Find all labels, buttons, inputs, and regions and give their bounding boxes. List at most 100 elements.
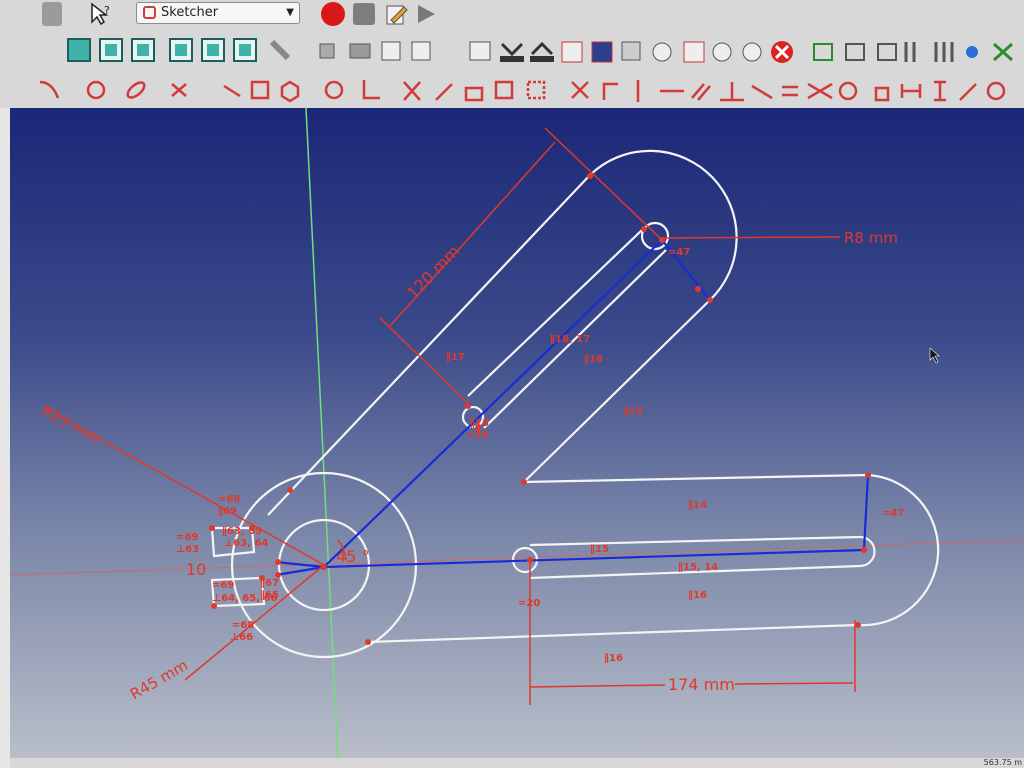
constraint-label[interactable]: ∥18: [584, 354, 603, 365]
constraint-label[interactable]: ∥18, 17: [550, 334, 590, 345]
view-rear-icon[interactable]: [201, 38, 225, 62]
polyline-icon[interactable]: [39, 80, 60, 99]
constraint-label[interactable]: ∥65: [260, 590, 279, 601]
toolbar-workbench: ? Sketcher ▼: [0, 0, 1024, 31]
carbon-copy-icon[interactable]: [494, 80, 514, 100]
constraint-label[interactable]: =69: [176, 532, 198, 543]
constraint-points: [209, 173, 871, 645]
equal-constraint-icon[interactable]: [782, 85, 798, 97]
circle-icon[interactable]: [86, 80, 106, 100]
stop-macro-icon[interactable]: [353, 3, 375, 25]
extend-icon[interactable]: [435, 83, 453, 101]
constraint-label[interactable]: ∥16: [604, 653, 623, 664]
dim-174mm[interactable]: 174 mm: [668, 675, 735, 694]
dim-120mm[interactable]: 120 mm: [403, 242, 463, 303]
dim-r8mm[interactable]: R8 mm: [844, 229, 898, 247]
show-constraints-icon[interactable]: [845, 43, 865, 61]
import-icon[interactable]: [500, 42, 524, 62]
edit-macro-icon[interactable]: [384, 2, 408, 26]
coincident-icon[interactable]: [571, 81, 589, 99]
constraint-label[interactable]: =20: [518, 598, 540, 609]
trim-tool-icon[interactable]: [403, 81, 421, 101]
validate-icon[interactable]: [813, 43, 833, 61]
external-geometry-icon[interactable]: [464, 86, 484, 102]
constraint-label[interactable]: ⊥66: [230, 632, 253, 643]
point-on-object-icon[interactable]: [602, 82, 618, 100]
dim-r25mm[interactable]: R25 mm: [38, 402, 103, 448]
view-box-icon[interactable]: [67, 38, 91, 62]
constraint-label[interactable]: =68: [232, 620, 254, 631]
toolbar-sketcher: [0, 72, 1024, 109]
constraint-label[interactable]: ∥67: [260, 578, 279, 589]
bspline-icon[interactable]: [171, 83, 187, 97]
workbench-selector[interactable]: Sketcher ▼: [136, 2, 300, 24]
view-top-icon[interactable]: [131, 38, 155, 62]
constraint-label[interactable]: =47: [882, 508, 904, 519]
constraint-label[interactable]: =68: [218, 494, 240, 505]
cube-icon[interactable]: [621, 41, 641, 61]
fillet-icon[interactable]: [362, 80, 380, 100]
view-front-icon[interactable]: [99, 38, 123, 62]
measure-icon[interactable]: [269, 39, 291, 61]
close-sketch-icon[interactable]: [771, 41, 793, 63]
dim-offset[interactable]: 10: [186, 560, 206, 579]
constraint-label[interactable]: ⊥63: [176, 544, 199, 555]
link-sub-icon[interactable]: [411, 41, 431, 61]
rectangle-icon[interactable]: [250, 80, 270, 100]
link-icon[interactable]: [381, 41, 401, 61]
constraint-label[interactable]: =69: [212, 580, 234, 591]
constraint-label[interactable]: ∥17: [446, 352, 465, 363]
lock-constraint-icon[interactable]: [874, 86, 890, 102]
construction-mode-icon[interactable]: [526, 80, 546, 100]
section-view-icon[interactable]: [561, 41, 583, 63]
ellipse-icon[interactable]: [125, 80, 147, 101]
clipping-icon[interactable]: [591, 41, 613, 63]
constraint-label[interactable]: =20: [466, 430, 488, 441]
whats-this-icon[interactable]: ?: [88, 2, 114, 26]
record-macro-icon[interactable]: [321, 2, 345, 26]
symmetry-icon[interactable]: [966, 46, 978, 58]
constraint-label[interactable]: ∥69: [218, 506, 237, 517]
grid-icon[interactable]: [683, 41, 705, 63]
play-macro-icon[interactable]: [414, 2, 438, 26]
trim-icon[interactable]: [993, 42, 1013, 62]
folder-icon[interactable]: [349, 43, 371, 59]
sketch-view-icon[interactable]: [469, 41, 491, 61]
app-logo-icon: [42, 2, 62, 26]
point-icon[interactable]: [223, 84, 241, 98]
constraint-label[interactable]: ∥16: [688, 590, 707, 601]
constraint-label[interactable]: ∥15, 14: [678, 562, 718, 573]
dim-angle[interactable]: 45 °: [336, 547, 369, 566]
3d-viewport[interactable]: 120 mm R8 mm R25 mm R45 mm 45 ° 10 174 m…: [10, 108, 1024, 758]
constraint-label[interactable]: ∥19: [624, 406, 643, 417]
mirror-sketch-icon[interactable]: [904, 42, 916, 62]
array-icon[interactable]: [934, 42, 954, 62]
view-right-icon[interactable]: [169, 38, 193, 62]
block-constraint-icon[interactable]: [838, 81, 858, 101]
constraint-label[interactable]: ∥63, 59: [222, 526, 262, 537]
constraint-label[interactable]: ⊥63, 64: [224, 538, 268, 549]
perpendicular-constraint-icon[interactable]: [720, 82, 744, 102]
points-icon[interactable]: [712, 42, 732, 62]
constraint-label[interactable]: ∥18: [470, 418, 489, 429]
constraint-label[interactable]: ∥15: [590, 544, 609, 555]
y-axis: [305, 108, 339, 758]
constraint-tool-icon[interactable]: [652, 42, 672, 62]
merge-sketch-icon[interactable]: [877, 43, 897, 61]
constraint-label[interactable]: ∥14: [688, 500, 707, 511]
view-bottom-icon[interactable]: [233, 38, 257, 62]
parallel-constraint-icon[interactable]: [691, 83, 711, 101]
vertical-distance-icon[interactable]: [934, 80, 946, 102]
export-icon[interactable]: [530, 41, 554, 62]
dim-r45mm[interactable]: R45 mm: [127, 656, 191, 703]
radius-icon[interactable]: [986, 81, 1006, 101]
slot-icon[interactable]: [324, 80, 344, 100]
polygon-icon[interactable]: [280, 80, 300, 103]
symmetric-constraint-icon[interactable]: [807, 82, 833, 100]
constraint-label[interactable]: =47: [668, 247, 690, 258]
nodes-icon[interactable]: [742, 42, 762, 62]
distance-icon[interactable]: [959, 83, 977, 101]
horizontal-distance-icon[interactable]: [900, 84, 922, 98]
tangent-constraint-icon[interactable]: [751, 84, 773, 100]
part-icon[interactable]: [319, 43, 335, 59]
